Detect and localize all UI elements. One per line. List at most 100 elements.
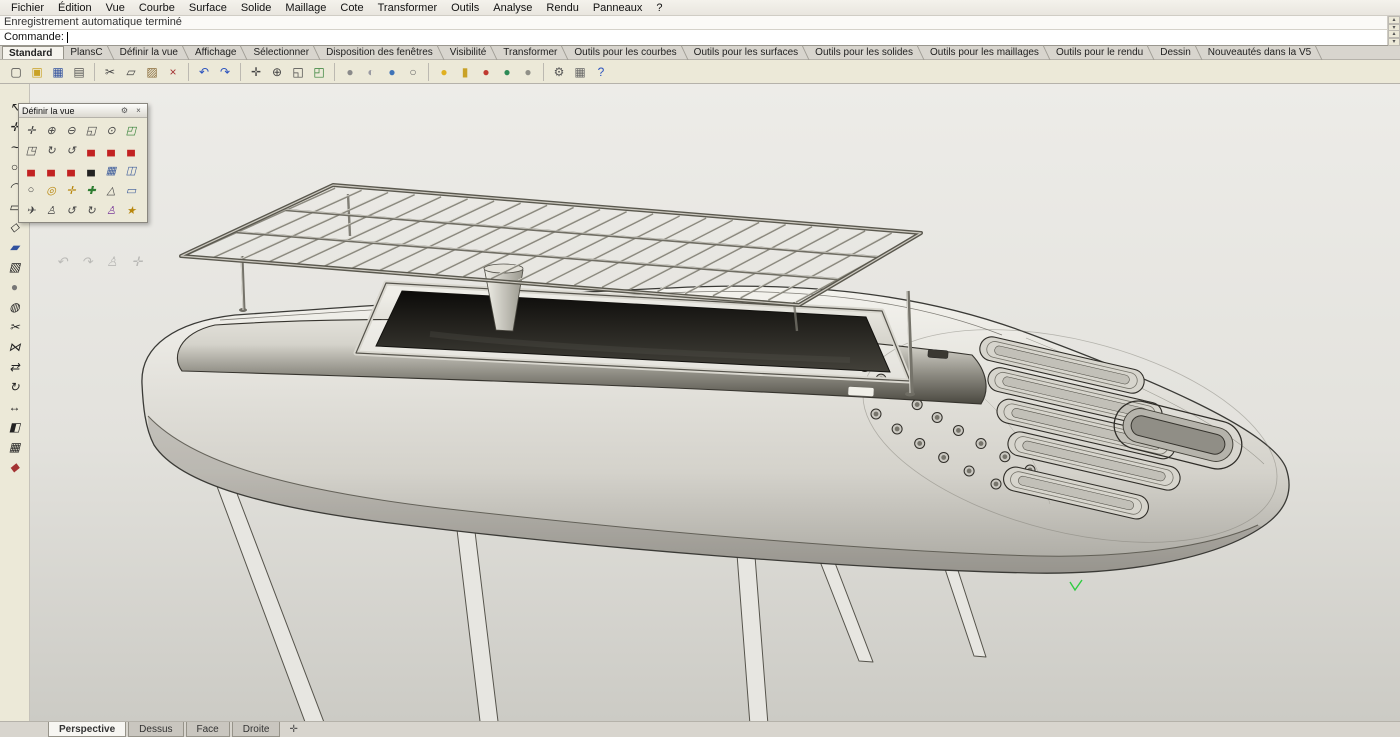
compass-icon[interactable]: ✛	[61, 180, 81, 200]
paint-tool-icon[interactable]: ◆	[5, 458, 25, 476]
cplane-icon[interactable]: ✚	[81, 180, 101, 200]
viewport-canvas[interactable]	[30, 84, 1400, 721]
tab-visibilite[interactable]: Visibilité	[444, 46, 498, 59]
command-line[interactable]: Commande: ▴ ▾	[0, 30, 1400, 46]
menu-edition[interactable]: Édition	[51, 1, 99, 15]
lightbulb-icon[interactable]: ●	[434, 62, 454, 82]
tab-outils-courbes[interactable]: Outils pour les courbes	[568, 46, 687, 59]
camera-4-icon[interactable]: ▄	[21, 160, 41, 180]
target-view-icon[interactable]: ◎	[41, 180, 61, 200]
tab-dessin[interactable]: Dessin	[1154, 46, 1202, 59]
perspective-viewport[interactable]	[30, 84, 1400, 721]
ghosted-view-icon[interactable]: ◐	[361, 62, 381, 82]
spin-left-icon[interactable]: ↺	[61, 200, 81, 220]
rotate-view-icon[interactable]: ↻	[41, 140, 61, 160]
zoom-dynamic-icon[interactable]: ⊕	[267, 62, 287, 82]
palette-close-icon[interactable]: ×	[133, 106, 144, 115]
camera-6-icon[interactable]: ▄	[61, 160, 81, 180]
boolean-tool-icon[interactable]: ◍	[5, 298, 25, 316]
box-tool-icon[interactable]: ▧	[5, 258, 25, 276]
mirror-tool-icon[interactable]: ◧	[5, 418, 25, 436]
pan-view-icon[interactable]: ✛	[21, 120, 41, 140]
rendered-view-icon[interactable]: ●	[382, 62, 402, 82]
globe-icon[interactable]: ●	[497, 62, 517, 82]
zoom-extents-icon[interactable]: ◰	[309, 62, 329, 82]
menu-solide[interactable]: Solide	[234, 1, 279, 15]
viewport-tab-scroller-icon[interactable]: ✛	[282, 722, 304, 737]
tab-outils-rendu[interactable]: Outils pour le rendu	[1050, 46, 1154, 59]
zoom-in-icon[interactable]: ⊕	[41, 120, 61, 140]
tab-plansc[interactable]: PlansC	[64, 46, 113, 59]
menu-transformer[interactable]: Transformer	[371, 1, 445, 15]
shaded-view-icon[interactable]: ●	[340, 62, 360, 82]
help-icon[interactable]: ?	[591, 62, 611, 82]
viewport-tab-face[interactable]: Face	[186, 722, 230, 737]
options-gear-icon[interactable]: ⚙	[549, 62, 569, 82]
camera-1-icon[interactable]: ▄	[81, 140, 101, 160]
menu-analyse[interactable]: Analyse	[486, 1, 539, 15]
lock-icon[interactable]: ▮	[455, 62, 475, 82]
delete-icon[interactable]: ×	[163, 62, 183, 82]
tab-outils-surfaces[interactable]: Outils pour les surfaces	[688, 46, 810, 59]
zoom-extents-icon[interactable]: ◰	[121, 120, 141, 140]
tab-selectionner[interactable]: Sélectionner	[247, 46, 320, 59]
zoom-window-icon[interactable]: ◱	[81, 120, 101, 140]
viewport-layout-icon[interactable]: ▦	[101, 160, 121, 180]
trim-tool-icon[interactable]: ✂	[5, 318, 25, 336]
zoom-out-icon[interactable]: ⊖	[61, 120, 81, 140]
menu-panneaux[interactable]: Panneaux	[586, 1, 650, 15]
menu-cote[interactable]: Cote	[333, 1, 370, 15]
menu-rendu[interactable]: Rendu	[539, 1, 585, 15]
scroll-up-icon[interactable]: ▴	[1388, 16, 1400, 24]
scale-tool-icon[interactable]: ↔	[5, 398, 25, 416]
viewport-tab-perspective[interactable]: Perspective	[48, 722, 126, 737]
viewport-tab-droite[interactable]: Droite	[232, 722, 281, 737]
palette-gear-icon[interactable]: ⚙	[119, 106, 130, 115]
move-tool-icon[interactable]: ⇄	[5, 358, 25, 376]
circle-select-icon[interactable]: ○	[21, 180, 41, 200]
viewport-split-icon[interactable]: ◫	[121, 160, 141, 180]
monitor-icon[interactable]: ▭	[121, 180, 141, 200]
grid-snap-icon[interactable]: ▦	[570, 62, 590, 82]
material-sphere-icon[interactable]: ●	[518, 62, 538, 82]
menu-surface[interactable]: Surface	[182, 1, 234, 15]
tab-standard[interactable]: Standard	[2, 46, 64, 59]
tab-affichage[interactable]: Affichage	[189, 46, 248, 59]
tab-nouveautes-v5[interactable]: Nouveautés dans la V5	[1202, 46, 1322, 59]
menu-vue[interactable]: Vue	[99, 1, 132, 15]
redo-icon[interactable]: ↷	[215, 62, 235, 82]
menu-aide[interactable]: ?	[649, 1, 669, 15]
walk-view-icon[interactable]: ♙	[41, 200, 61, 220]
zoom-extents-all-icon[interactable]: ◳	[21, 140, 41, 160]
zoom-selected-icon[interactable]: ⊙	[101, 120, 121, 140]
camera-3-icon[interactable]: ▄	[121, 140, 141, 160]
tab-disposition-des-fenetres[interactable]: Disposition des fenêtres	[320, 46, 444, 59]
print-icon[interactable]: ▤	[69, 62, 89, 82]
viewport-tab-dessus[interactable]: Dessus	[128, 722, 183, 737]
pan-icon[interactable]: ✛	[246, 62, 266, 82]
camera-black-icon[interactable]: ▄	[81, 160, 101, 180]
array-tool-icon[interactable]: ▦	[5, 438, 25, 456]
menu-outils[interactable]: Outils	[444, 1, 486, 15]
menu-maillage[interactable]: Maillage	[278, 1, 333, 15]
cut-icon[interactable]: ✂	[100, 62, 120, 82]
open-folder-icon[interactable]: ▣	[27, 62, 47, 82]
surface-tool-icon[interactable]: ▰	[5, 238, 25, 256]
tab-outils-solides[interactable]: Outils pour les solides	[809, 46, 924, 59]
menu-courbe[interactable]: Courbe	[132, 1, 182, 15]
rotate-tool-icon[interactable]: ↻	[5, 378, 25, 396]
render-icon[interactable]: ●	[476, 62, 496, 82]
paste-icon[interactable]: ▨	[142, 62, 162, 82]
named-view-icon[interactable]: ★	[121, 200, 141, 220]
sphere-tool-icon[interactable]: ●	[5, 278, 25, 296]
spin-right-icon[interactable]: ↻	[81, 200, 101, 220]
menu-fichier[interactable]: Fichier	[4, 1, 51, 15]
join-tool-icon[interactable]: ⋈	[5, 338, 25, 356]
tripod-icon[interactable]: △	[101, 180, 121, 200]
camera-2-icon[interactable]: ▄	[101, 140, 121, 160]
zoom-window-icon[interactable]: ◱	[288, 62, 308, 82]
wireframe-view-icon[interactable]: ○	[403, 62, 423, 82]
save-icon[interactable]: ▦	[48, 62, 68, 82]
set-view-palette[interactable]: Définir la vue ⚙ × ✛⊕⊖◱⊙◰◳↻↺▄▄▄▄▄▄▄▦◫○◎✛…	[18, 103, 148, 223]
person-view-icon[interactable]: ♙	[101, 200, 121, 220]
